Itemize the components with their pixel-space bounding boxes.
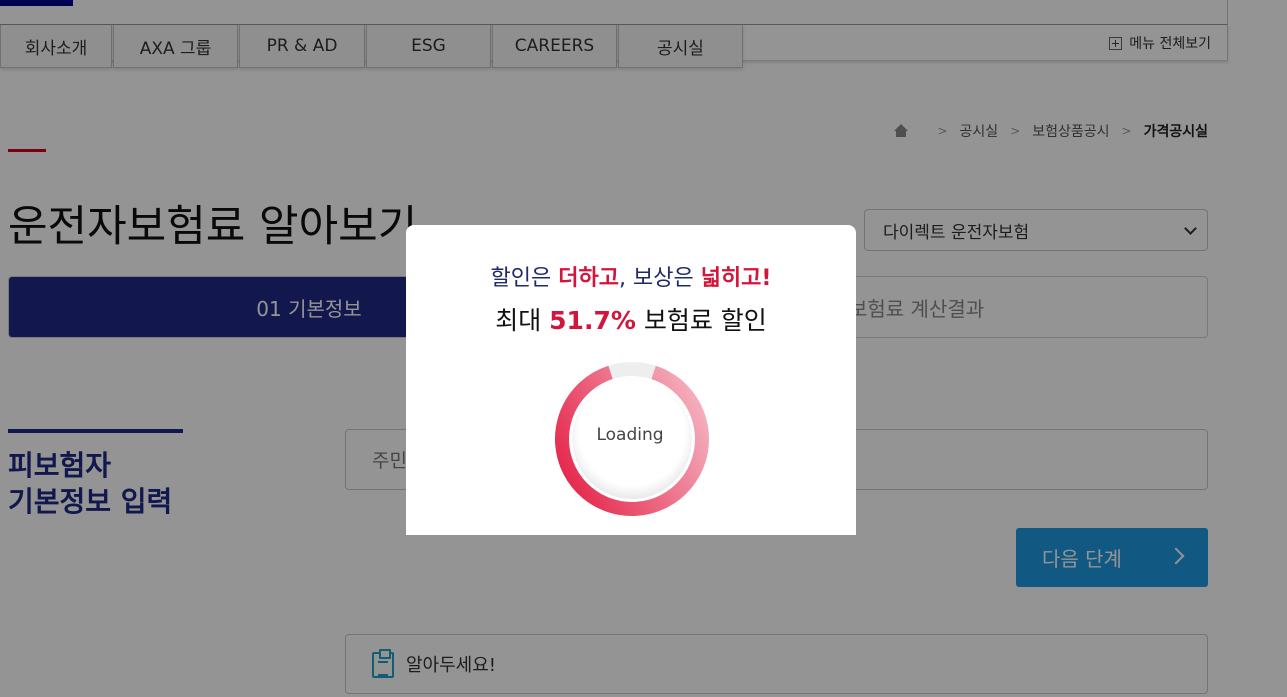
promo-highlight-2: 넓히고! bbox=[700, 266, 772, 291]
loading-modal: 할인은 더하고, 보상은 넓히고! 최대 51.7% 보험료 할인 Loadin… bbox=[406, 225, 856, 535]
promo-highlight-1: 더하고 bbox=[558, 266, 619, 291]
discount-text-1: 최대 bbox=[495, 306, 550, 335]
promo-discount: 최대 51.7% 보험료 할인 bbox=[406, 301, 856, 337]
promo-headline: 할인은 더하고, 보상은 넓히고! bbox=[406, 260, 856, 292]
promo-text-1: 할인은 bbox=[490, 266, 559, 291]
promo-text-2: , 보상은 bbox=[618, 266, 701, 291]
loading-label: Loading bbox=[596, 425, 664, 445]
discount-rate: 51.7% bbox=[549, 306, 636, 335]
page: 회사소개 AXA 그룹 PR & AD ESG CAREERS 공시실 메뉴 전… bbox=[0, 0, 1287, 697]
discount-text-2: 보험료 할인 bbox=[635, 306, 767, 335]
